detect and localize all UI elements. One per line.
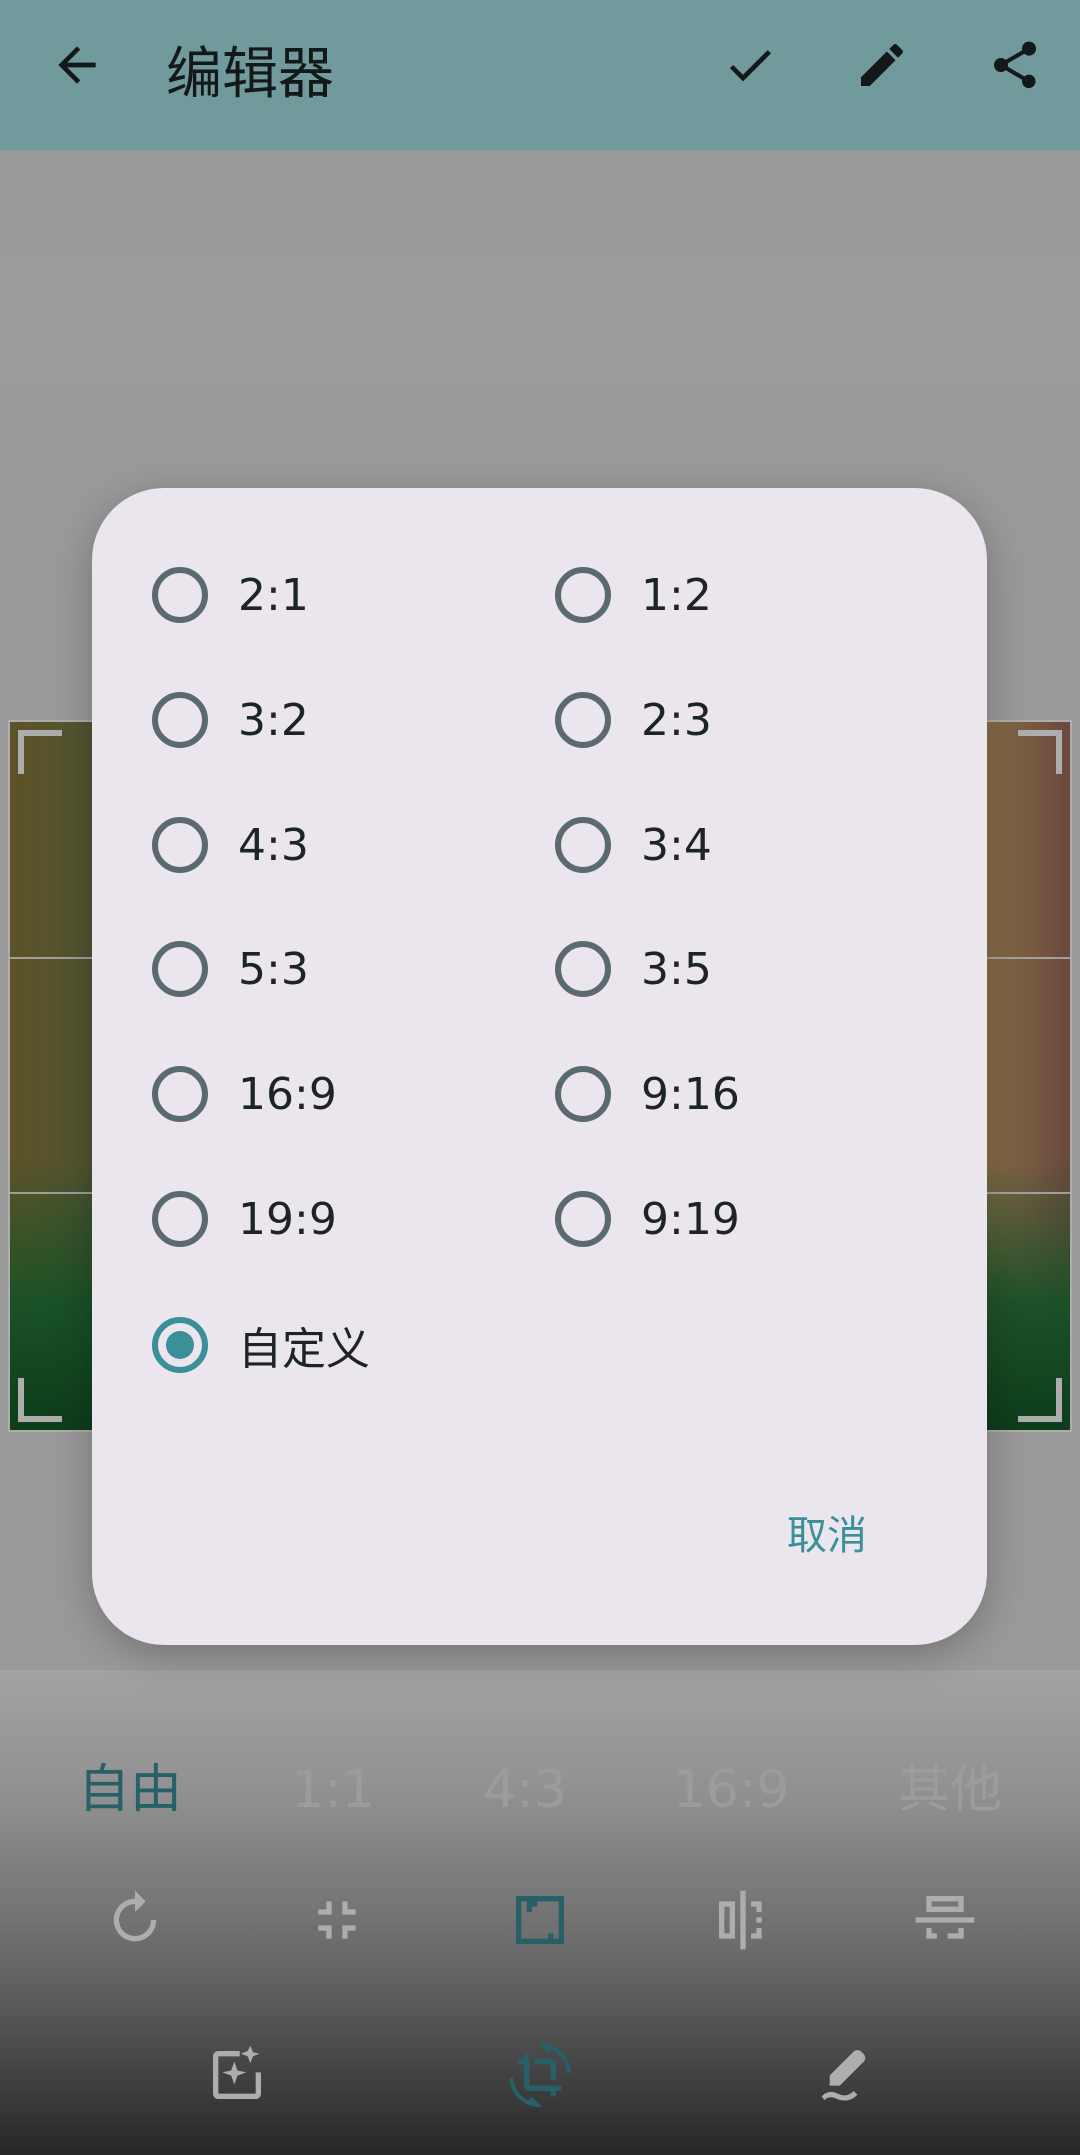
radio-button[interactable] [555, 1066, 611, 1122]
ratio-option-9-19[interactable]: 9:19 [555, 1164, 915, 1274]
aspect-ratio-dialog: 2:1 3:2 4:3 5:3 16:9 19:9 1:2 2:3 3:4 3:… [92, 488, 987, 1645]
radio-button[interactable] [152, 567, 208, 623]
ratio-option-label: 9:19 [641, 1193, 740, 1245]
radio-button[interactable] [152, 692, 208, 748]
radio-button[interactable] [152, 817, 208, 873]
radio-button[interactable] [555, 1191, 611, 1247]
ratio-option-label: 5:3 [238, 943, 309, 995]
ratio-option-16-9[interactable]: 16:9 [152, 1039, 512, 1149]
radio-button[interactable] [555, 567, 611, 623]
ratio-option-label: 3:2 [238, 694, 309, 746]
ratio-option-label: 3:4 [641, 819, 712, 871]
ratio-option-label: 19:9 [238, 1193, 337, 1245]
ratio-option-label: 自定义 [238, 1324, 370, 1375]
ratio-option-3-4[interactable]: 3:4 [555, 790, 915, 900]
ratio-option-label: 1:2 [641, 569, 712, 621]
ratio-option-label: 9:16 [641, 1068, 740, 1120]
ratio-option-label: 16:9 [238, 1068, 337, 1120]
ratio-option-2-1[interactable]: 2:1 [152, 540, 512, 650]
ratio-option-9-16[interactable]: 9:16 [555, 1039, 915, 1149]
ratio-option-1-2[interactable]: 1:2 [555, 540, 915, 650]
cancel-button[interactable]: 取消 [775, 1491, 879, 1581]
ratio-option-label: 2:3 [641, 694, 712, 746]
radio-button[interactable] [152, 1191, 208, 1247]
radio-button[interactable] [152, 941, 208, 997]
ratio-option-19-9[interactable]: 19:9 [152, 1164, 512, 1274]
ratio-option-3-2[interactable]: 3:2 [152, 665, 512, 775]
radio-button[interactable] [555, 941, 611, 997]
ratio-option-label: 2:1 [238, 569, 309, 621]
ratio-option-label: 4:3 [238, 819, 309, 871]
ratio-option-custom[interactable]: 自定义 [152, 1290, 512, 1400]
ratio-option-3-5[interactable]: 3:5 [555, 914, 915, 1024]
ratio-option-2-3[interactable]: 2:3 [555, 665, 915, 775]
radio-button[interactable] [555, 817, 611, 873]
ratio-option-label: 3:5 [641, 943, 712, 995]
ratio-option-4-3[interactable]: 4:3 [152, 790, 512, 900]
radio-button[interactable] [152, 1066, 208, 1122]
ratio-option-5-3[interactable]: 5:3 [152, 914, 512, 1024]
radio-button[interactable] [555, 692, 611, 748]
radio-button-selected[interactable] [152, 1317, 208, 1373]
